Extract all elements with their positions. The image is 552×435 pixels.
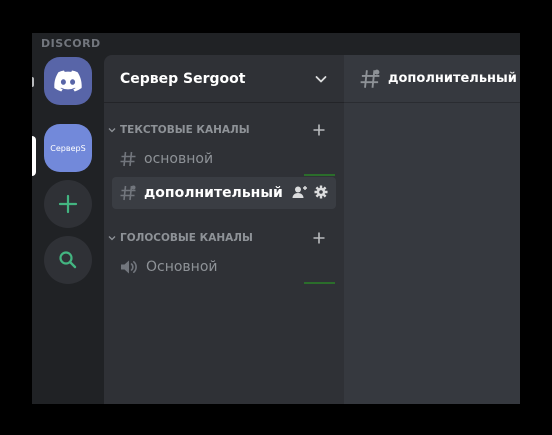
server-rail: СерверS xyxy=(32,33,104,404)
discord-logo-icon xyxy=(54,70,82,92)
channel-settings-button[interactable] xyxy=(314,184,328,203)
server-name: Сервер Sergoot xyxy=(120,70,246,87)
server-header[interactable]: Сервер Sergoot xyxy=(104,55,344,103)
channel-item-dopolnitelny[interactable]: дополнительный xyxy=(112,177,336,209)
chevron-down-icon xyxy=(315,75,327,82)
channel-header: дополнительный xyxy=(344,55,520,103)
search-icon xyxy=(59,251,77,269)
explore-servers-button[interactable] xyxy=(44,236,92,284)
category-label: ТЕКСТОВЫЕ КАНАЛЫ xyxy=(120,124,250,136)
chevron-down-icon xyxy=(108,236,116,241)
plus-icon xyxy=(58,194,78,214)
invite-icon xyxy=(292,185,307,198)
channel-name: основной xyxy=(144,151,214,167)
create-voice-channel-button[interactable] xyxy=(304,226,334,250)
home-button[interactable] xyxy=(44,57,92,105)
chevron-down-icon xyxy=(108,128,116,133)
channel-sidebar: Сервер Sergoot ТЕКСТОВЫЕ КАНАЛЫ основной xyxy=(104,55,344,404)
plus-icon xyxy=(313,124,325,136)
plus-icon xyxy=(313,232,325,244)
channel-name: Основной xyxy=(146,259,218,275)
gear-icon xyxy=(314,185,328,198)
create-invite-button[interactable] xyxy=(292,184,308,203)
hashtag-icon xyxy=(120,151,136,167)
channel-item-osnovnoy[interactable]: основной xyxy=(112,143,336,175)
channel-title: дополнительный xyxy=(388,71,517,86)
add-server-button[interactable] xyxy=(44,180,92,228)
channel-name: дополнительный xyxy=(144,185,283,201)
active-server-indicator xyxy=(32,136,36,176)
speaker-icon xyxy=(121,260,137,274)
threaded-hashtag-icon xyxy=(360,69,380,88)
category-voice-channels[interactable]: ГОЛОСОВЫЕ КАНАЛЫ xyxy=(104,226,344,250)
category-label: ГОЛОСОВЫЕ КАНАЛЫ xyxy=(120,232,253,244)
category-text-channels[interactable]: ТЕКСТОВЫЕ КАНАЛЫ xyxy=(104,118,344,142)
main-content: дополнительный xyxy=(344,55,520,404)
server-icon-label: СерверS xyxy=(50,143,86,153)
server-icon-sergoot[interactable]: СерверS xyxy=(44,124,92,172)
channel-actions xyxy=(292,177,328,209)
create-text-channel-button[interactable] xyxy=(304,118,334,142)
voice-channel-item-osnovnoy[interactable]: Основной xyxy=(112,251,336,283)
home-indicator xyxy=(32,77,34,87)
discord-window: DISCORD СерверS Сервер Sergoot ТЕКСТОВЫЕ… xyxy=(32,33,520,404)
threaded-hashtag-icon xyxy=(120,185,136,201)
